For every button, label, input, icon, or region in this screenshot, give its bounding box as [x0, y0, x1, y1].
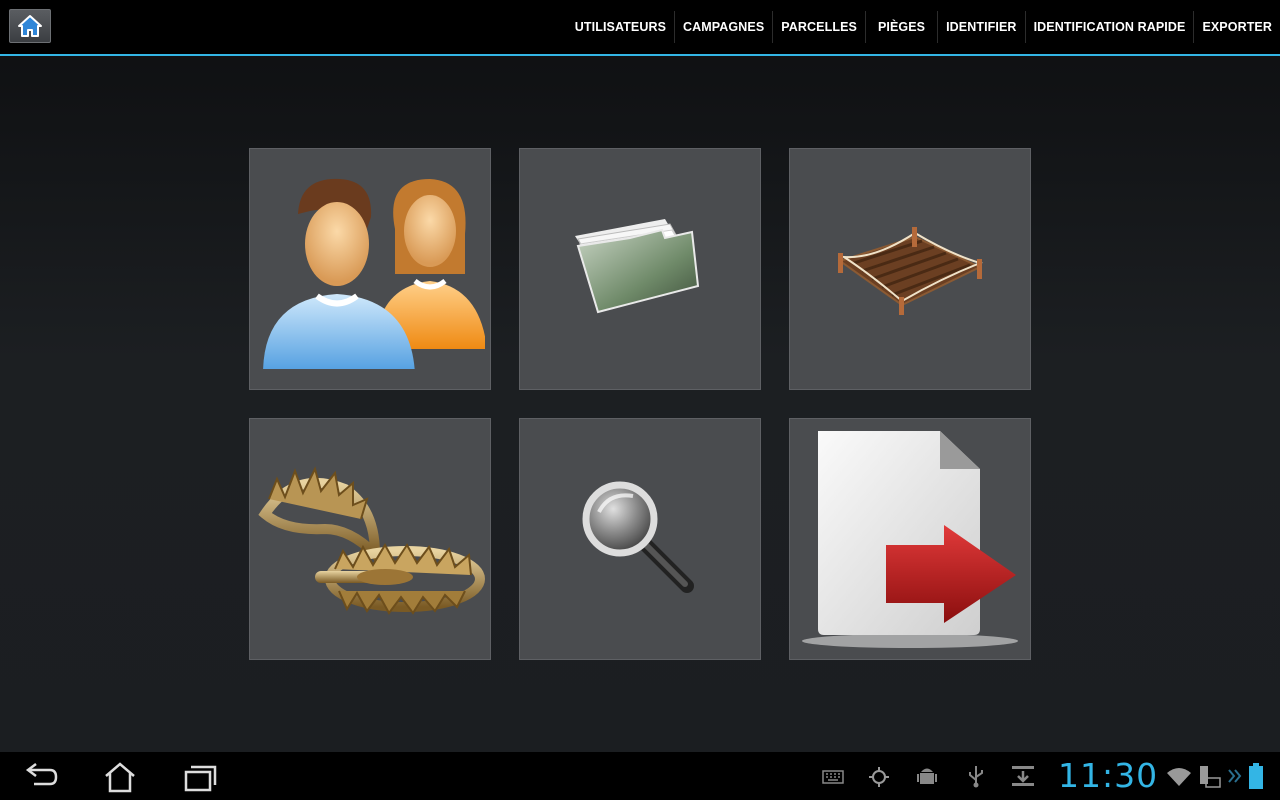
- keyboard-battery-icon: [1200, 766, 1221, 788]
- trap-icon: [258, 466, 485, 615]
- menu-pieges[interactable]: PIÈGES: [864, 11, 937, 43]
- users-icon: [263, 178, 485, 369]
- home-button[interactable]: [9, 9, 51, 43]
- plot-icon: [837, 227, 984, 315]
- usb-icon: [969, 766, 983, 788]
- home-nav-icon[interactable]: [100, 760, 140, 794]
- chevron-icon[interactable]: [1228, 768, 1242, 784]
- menu-identifier[interactable]: IDENTIFIER: [937, 11, 1024, 43]
- menu-parcelles[interactable]: PARCELLES: [772, 11, 865, 43]
- home-icon: [18, 15, 42, 37]
- tile-utilisateurs[interactable]: [249, 148, 491, 390]
- wifi-icon: [1167, 768, 1191, 786]
- battery-icon: [1249, 763, 1263, 789]
- menu-utilisateurs[interactable]: UTILISATEURS: [567, 11, 674, 43]
- menu-exporter[interactable]: EXPORTER: [1193, 11, 1280, 43]
- tile-pieges[interactable]: [249, 418, 491, 660]
- tile-identifier[interactable]: [519, 418, 761, 660]
- magnifier-icon: [582, 481, 694, 593]
- tile-parcelles[interactable]: [789, 148, 1031, 390]
- folder-icon: [575, 219, 700, 314]
- export-icon: [802, 431, 1018, 648]
- menu-identification-rapide[interactable]: IDENTIFICATION RAPIDE: [1024, 11, 1194, 43]
- action-menu: UTILISATEURS CAMPAGNES PARCELLES PIÈGES …: [567, 0, 1280, 54]
- keyboard-icon[interactable]: [822, 770, 844, 784]
- recent-apps-icon[interactable]: [180, 760, 220, 794]
- clock[interactable]: 11:30: [1058, 756, 1158, 796]
- menu-campagnes[interactable]: CAMPAGNES: [674, 11, 772, 43]
- action-bar: UTILISATEURS CAMPAGNES PARCELLES PIÈGES …: [0, 0, 1280, 56]
- tile-exporter[interactable]: [789, 418, 1031, 660]
- back-icon[interactable]: [22, 760, 62, 794]
- tile-campagnes[interactable]: [519, 148, 761, 390]
- gps-icon: [869, 767, 889, 787]
- android-debug-icon: [917, 768, 937, 784]
- system-bar: 11:30: [0, 752, 1280, 800]
- download-icon: [1012, 766, 1034, 786]
